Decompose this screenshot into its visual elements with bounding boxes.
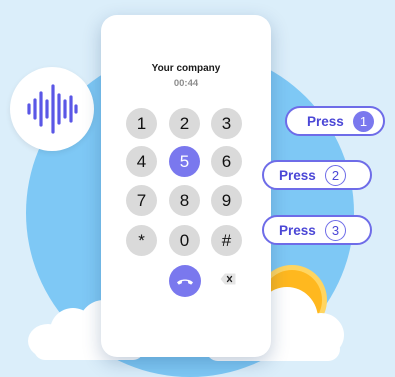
key-3[interactable]: 3 bbox=[211, 108, 242, 139]
key-7[interactable]: 7 bbox=[126, 185, 157, 216]
sound-wave-icon bbox=[27, 84, 78, 134]
backspace-icon[interactable] bbox=[220, 273, 236, 285]
phone-hangup-icon bbox=[177, 279, 193, 285]
option-number-badge: 3 bbox=[325, 220, 346, 241]
key-2[interactable]: 2 bbox=[169, 108, 200, 139]
phone-screen: Your company 00:44 1 2 3 4 5 6 7 8 9 * 0… bbox=[101, 15, 271, 357]
press-option-2[interactable]: Press 2 bbox=[262, 160, 372, 190]
key-6[interactable]: 6 bbox=[211, 146, 242, 177]
press-option-3[interactable]: Press 3 bbox=[262, 215, 372, 245]
press-option-1[interactable]: Press 1 bbox=[285, 106, 385, 136]
press-label: Press bbox=[279, 223, 316, 238]
caller-name: Your company bbox=[151, 63, 221, 74]
key-0[interactable]: 0 bbox=[169, 225, 200, 256]
key-4[interactable]: 4 bbox=[126, 146, 157, 177]
press-label: Press bbox=[307, 114, 344, 129]
key-1[interactable]: 1 bbox=[126, 108, 157, 139]
option-number-badge: 2 bbox=[325, 165, 346, 186]
key-hash[interactable]: # bbox=[211, 225, 242, 256]
key-5[interactable]: 5 bbox=[169, 146, 200, 177]
hangup-button[interactable] bbox=[169, 265, 201, 297]
call-timer: 00:44 bbox=[173, 78, 199, 89]
press-label: Press bbox=[279, 168, 316, 183]
key-9[interactable]: 9 bbox=[211, 185, 242, 216]
option-number-badge: 1 bbox=[353, 111, 374, 132]
key-8[interactable]: 8 bbox=[169, 185, 200, 216]
key-star[interactable]: * bbox=[126, 225, 157, 256]
voice-badge bbox=[10, 67, 94, 151]
